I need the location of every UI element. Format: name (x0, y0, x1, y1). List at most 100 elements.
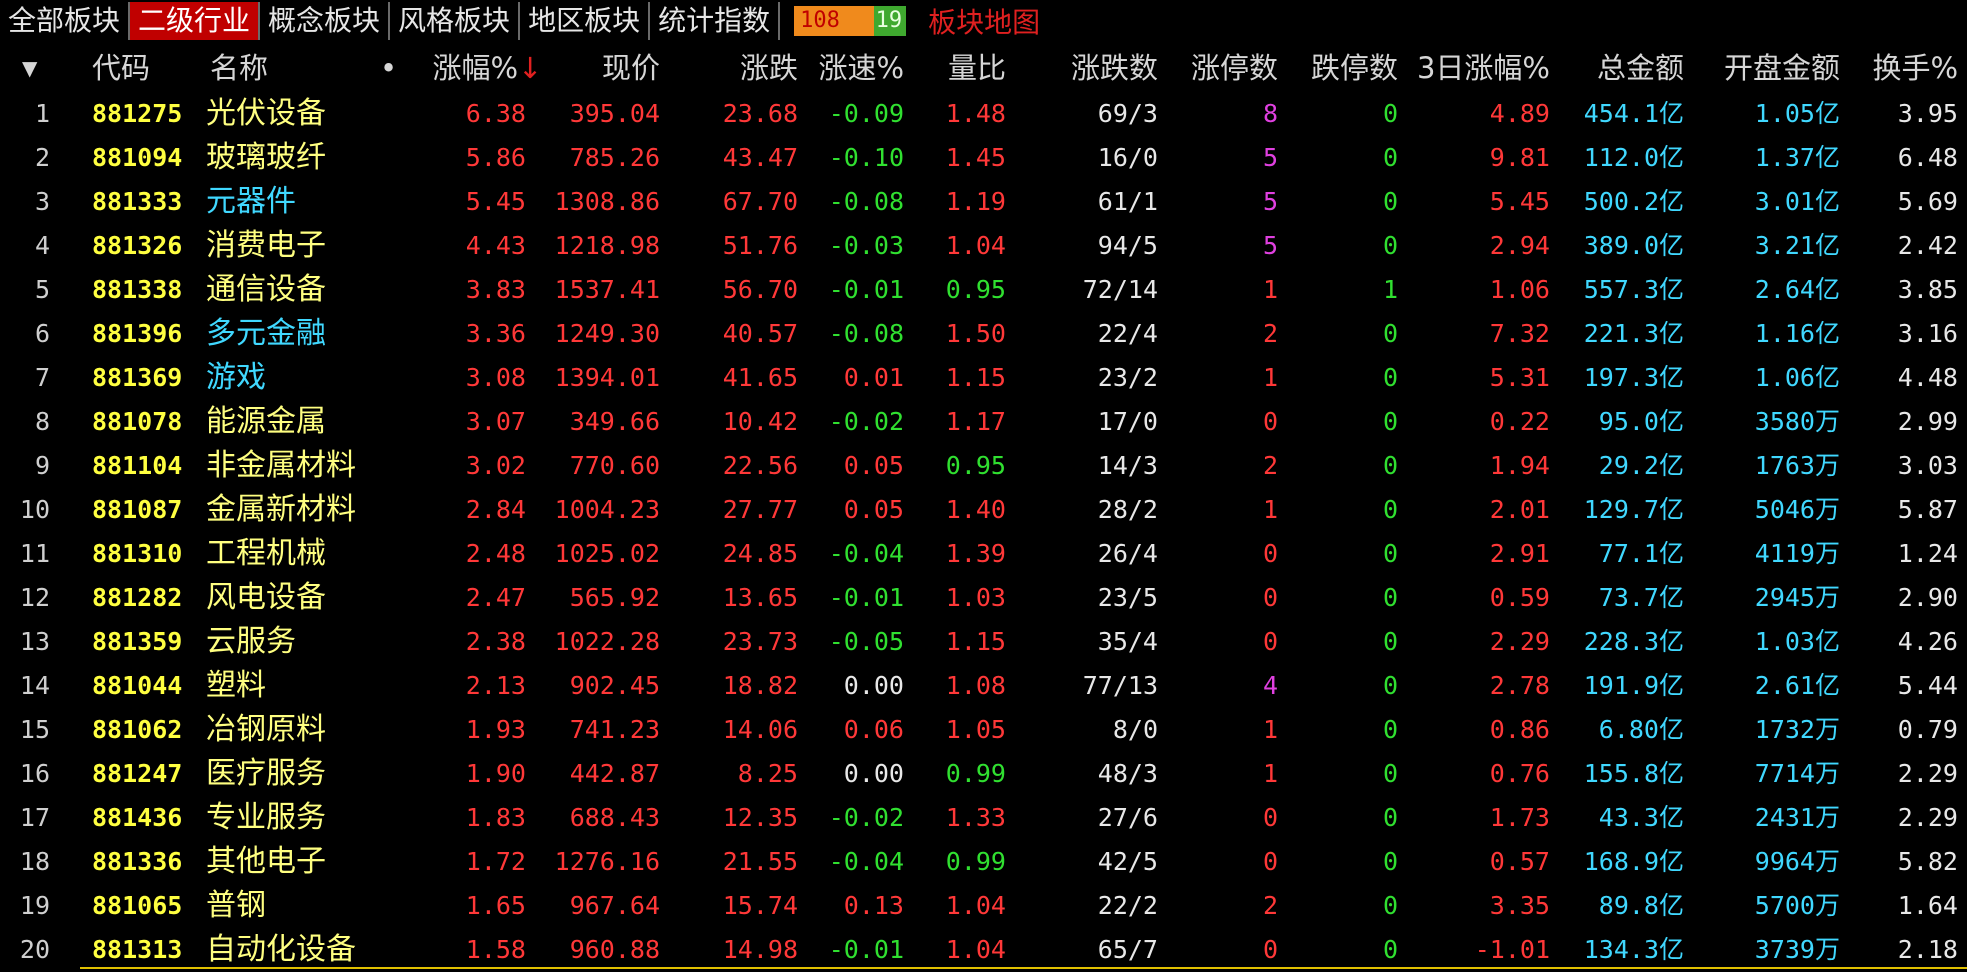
cell-name: 医疗服务 (206, 756, 326, 791)
header-up-down[interactable]: 涨跌数 (1040, 48, 1158, 88)
sector-map-link[interactable]: 板块地图 (928, 1, 1040, 41)
table-row[interactable]: 7 881369 游戏 3.08 1394.01 41.65 0.01 1.15 23/2 1 0 5… (0, 356, 1967, 400)
cell-price: 1249.30 (554, 319, 660, 348)
header-speed[interactable]: 涨速% (800, 48, 904, 88)
cell-open-amount: 4119万 (1754, 539, 1840, 568)
tab-secondary-industry[interactable]: 二级行业 (130, 2, 261, 40)
cell-amount: 134.3亿 (1583, 935, 1684, 964)
cell-amount: 29.2亿 (1598, 451, 1684, 480)
cell-open-amount: 3739万 (1754, 935, 1840, 964)
cell-amount: 155.8亿 (1583, 759, 1684, 788)
header-pct[interactable]: 涨幅% (410, 48, 518, 88)
cell-change: 21.55 (722, 847, 798, 876)
cell-price: 741.23 (569, 715, 660, 744)
cell-speed: -0.01 (828, 275, 904, 304)
cell-open-amount: 1763万 (1754, 451, 1840, 480)
table-row[interactable]: 4 881326 消费电子 4.43 1218.98 51.76 -0.03 1.04 94/5… (0, 224, 1967, 268)
cell-pct3d: 1.94 (1489, 451, 1550, 480)
cell-change: 67.70 (722, 187, 798, 216)
cell-vol-ratio: 0.95 (945, 451, 1006, 480)
cell-speed: -0.08 (828, 187, 904, 216)
cell-code: 881094 (92, 143, 183, 172)
cell-pct: 1.83 (465, 803, 526, 832)
cell-pct: 2.38 (465, 627, 526, 656)
tab-bar: 全部板块 二级行业 概念板块 风格板块 地区板块 统计指数 108 19 板块地… (0, 0, 1967, 42)
cell-pct3d: 0.86 (1489, 715, 1550, 744)
table-row[interactable]: 1 881275 光伏设备 6.38 395.04 23.68 -0.09 1.48 69/3 8… (0, 92, 1967, 136)
cell-speed: 0.00 (843, 671, 904, 700)
table-row[interactable]: 12 881282 风电设备 2.47 565.92 13.65 -0.01 1.03 23/5… (0, 576, 1967, 620)
cell-vol-ratio: 1.08 (945, 671, 1006, 700)
sort-triangle-icon[interactable]: ▼ (22, 48, 37, 88)
cell-code: 881396 (92, 319, 183, 348)
cell-pct3d: 2.91 (1489, 539, 1550, 568)
cell-vol-ratio: 1.05 (945, 715, 1006, 744)
cell-speed: -0.04 (828, 847, 904, 876)
cell-pct3d: 2.78 (1489, 671, 1550, 700)
cell-limit-up: 1 (1262, 495, 1278, 524)
cell-turnover: 2.18 (1897, 935, 1958, 964)
cell-code: 881087 (92, 495, 183, 524)
table-row[interactable]: 10 881087 金属新材料 2.84 1004.23 27.77 0.05 1.40 28/… (0, 488, 1967, 532)
header-vol-ratio[interactable]: 量比 (900, 48, 1006, 88)
table-row[interactable]: 8 881078 能源金属 3.07 349.66 10.42 -0.02 1.17 17/0 0… (0, 400, 1967, 444)
header-turnover[interactable]: 换手% (1840, 48, 1958, 88)
table-row[interactable]: 2 881094 玻璃玻纤 5.86 785.26 43.47 -0.10 1.45 16/0 5… (0, 136, 1967, 180)
table-row[interactable]: 11 881310 工程机械 2.48 1025.02 24.85 -0.04 1.39 26/… (0, 532, 1967, 576)
cell-open-amount: 7714万 (1754, 759, 1840, 788)
header-open-amount[interactable]: 开盘金额 (1680, 48, 1840, 88)
cell-change: 15.74 (722, 891, 798, 920)
table-row[interactable]: 5 881338 通信设备 3.83 1537.41 56.70 -0.01 0.95 72/1… (0, 268, 1967, 312)
table-row[interactable]: 9 881104 非金属材料 3.02 770.60 22.56 0.05 0.95 14/3 2… (0, 444, 1967, 488)
cell-change: 14.98 (722, 935, 798, 964)
table-row[interactable]: 6 881396 多元金融 3.36 1249.30 40.57 -0.08 1.50 22/4… (0, 312, 1967, 356)
table-row[interactable]: 3 881333 元器件 5.45 1308.86 67.70 -0.08 1.19 61/1 5… (0, 180, 1967, 224)
table-row[interactable]: 17 881436 专业服务 1.83 688.43 12.35 -0.02 1.33 27/6… (0, 796, 1967, 840)
table-row[interactable]: 15 881062 冶钢原料 1.93 741.23 14.06 0.06 1.05 8/0 1 0… (0, 708, 1967, 752)
cell-turnover: 5.87 (1897, 495, 1958, 524)
cell-pct: 3.36 (465, 319, 526, 348)
cell-vol-ratio: 1.17 (945, 407, 1006, 436)
tab-all-sectors[interactable]: 全部板块 (0, 2, 131, 40)
tab-region-sectors[interactable]: 地区板块 (520, 2, 651, 40)
header-limit-down[interactable]: 跌停数 (1280, 48, 1398, 88)
table-row[interactable]: 16 881247 医疗服务 1.90 442.87 8.25 0.00 0.99 48/3 1 0… (0, 752, 1967, 796)
table-row[interactable]: 20 881313 自动化设备 1.58 960.88 14.98 -0.01 1.04 65/… (0, 928, 1967, 972)
cell-vol-ratio: 1.40 (945, 495, 1006, 524)
table-row[interactable]: 19 881065 普钢 1.65 967.64 15.74 0.13 1.04 22/2 2 0 3… (0, 884, 1967, 928)
header-price[interactable]: 现价 (540, 48, 660, 88)
table-row[interactable]: 14 881044 塑料 2.13 902.45 18.82 0.00 1.08 77/13 4 0… (0, 664, 1967, 708)
header-pct3d[interactable]: 3日涨幅% (1400, 48, 1550, 88)
table-row[interactable]: 13 881359 云服务 2.38 1022.28 23.73 -0.05 1.15 35/4… (0, 620, 1967, 664)
header-code[interactable]: 代码 (92, 48, 150, 88)
row-index: 15 (19, 715, 50, 744)
tab-style-sectors[interactable]: 风格板块 (390, 2, 521, 40)
tab-concept-sectors[interactable]: 概念板块 (260, 2, 391, 40)
cell-limit-up: 0 (1262, 627, 1278, 656)
cell-limit-down: 0 (1382, 319, 1398, 348)
header-limit-up[interactable]: 涨停数 (1160, 48, 1278, 88)
cell-limit-down: 0 (1382, 847, 1398, 876)
cell-up-down: 28/2 (1097, 495, 1158, 524)
cell-turnover: 3.03 (1897, 451, 1958, 480)
cell-code: 881313 (92, 935, 183, 964)
cell-pct: 1.65 (465, 891, 526, 920)
cell-limit-down: 0 (1382, 99, 1398, 128)
header-amount[interactable]: 总金额 (1560, 48, 1684, 88)
cell-change: 23.73 (722, 627, 798, 656)
table-row[interactable]: 18 881336 其他电子 1.72 1276.16 21.55 -0.04 0.99 42/… (0, 840, 1967, 884)
header-change[interactable]: 涨跌 (680, 48, 798, 88)
cell-limit-up: 0 (1262, 539, 1278, 568)
cell-open-amount: 5046万 (1754, 495, 1840, 524)
cell-name: 元器件 (206, 184, 296, 219)
cell-name: 塑料 (206, 668, 266, 703)
cell-name: 其他电子 (206, 844, 326, 879)
tab-statistic-index[interactable]: 统计指数 (650, 2, 781, 40)
cell-open-amount: 1.37亿 (1754, 143, 1840, 172)
cell-code: 881247 (92, 759, 183, 788)
cell-pct3d: -1.01 (1474, 935, 1550, 964)
cell-limit-down: 0 (1382, 627, 1398, 656)
header-name[interactable]: 名称 (210, 48, 268, 88)
cell-vol-ratio: 1.04 (945, 231, 1006, 260)
cell-limit-down: 0 (1382, 671, 1398, 700)
